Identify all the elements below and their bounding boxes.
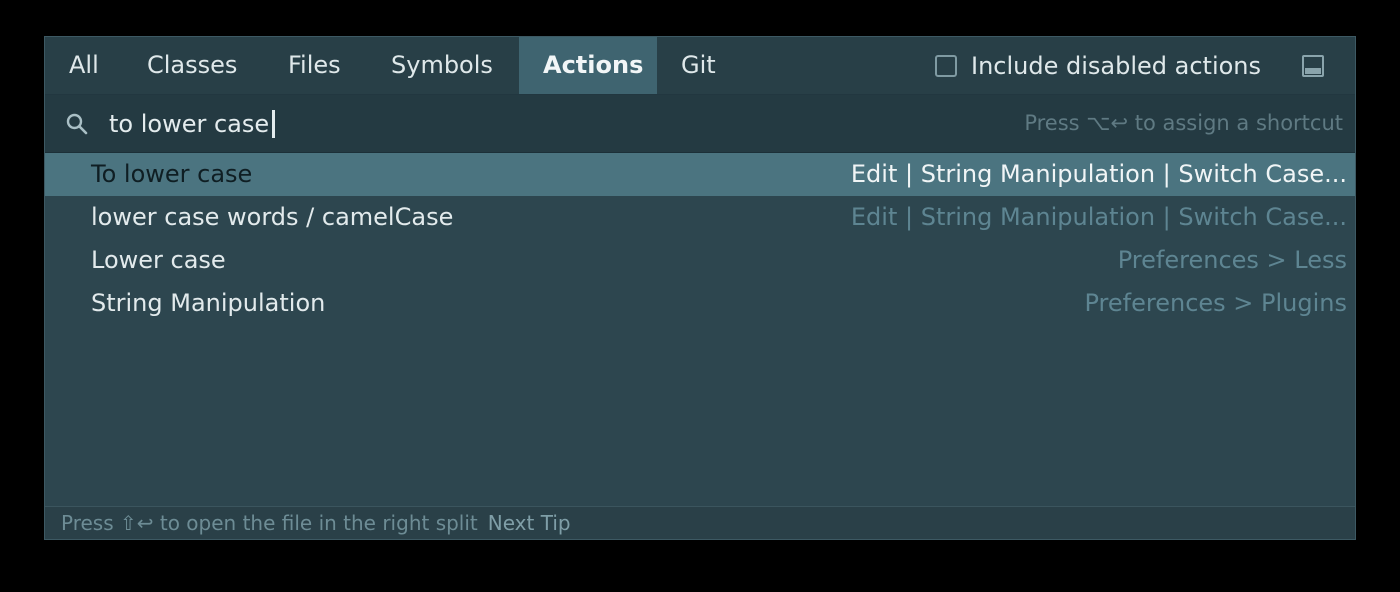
tab-actions[interactable]: Actions [519,37,657,94]
tab-bar: All Classes Files Symbols Actions Git In… [45,37,1355,95]
tab-git[interactable]: Git [657,37,740,94]
next-tip-link[interactable]: Next Tip [488,511,571,535]
assign-shortcut-hint: Press ⌥↩ to assign a shortcut [1024,111,1343,135]
include-disabled-actions-checkbox[interactable] [935,54,957,77]
text-caret [272,110,275,138]
include-disabled-actions-toggle[interactable]: Include disabled actions [935,37,1261,94]
result-row[interactable]: lower case words / camelCase Edit | Stri… [45,196,1355,239]
footer-hint: Press ⇧↩ to open the file in the right s… [61,511,478,535]
result-name: To lower case [91,160,253,188]
result-path: Preferences > Less [1117,246,1347,274]
tab-symbols[interactable]: Symbols [367,37,517,94]
results-list: To lower case Edit | String Manipulation… [45,153,1355,325]
search-input[interactable] [109,105,809,143]
search-icon [65,112,89,136]
result-path: Preferences > Plugins [1084,289,1348,317]
result-row[interactable]: String Manipulation Preferences > Plugin… [45,282,1355,325]
preview-panel-icon[interactable] [1301,54,1325,78]
result-path: Edit | String Manipulation | Switch Case… [850,203,1347,231]
footer-hint-bar: Press ⇧↩ to open the file in the right s… [45,506,1355,539]
result-path: Edit | String Manipulation | Switch Case… [850,160,1347,188]
result-name: String Manipulation [91,289,326,317]
search-everywhere-popup: All Classes Files Symbols Actions Git In… [44,36,1356,540]
search-row: Press ⌥↩ to assign a shortcut [45,95,1355,153]
result-row[interactable]: Lower case Preferences > Less [45,239,1355,282]
result-row[interactable]: To lower case Edit | String Manipulation… [45,153,1355,196]
tab-files[interactable]: Files [264,37,365,94]
include-disabled-actions-label: Include disabled actions [971,51,1262,80]
result-name: lower case words / camelCase [91,203,454,231]
result-name: Lower case [91,246,226,274]
tab-all[interactable]: All [45,37,123,94]
tab-classes[interactable]: Classes [123,37,261,94]
